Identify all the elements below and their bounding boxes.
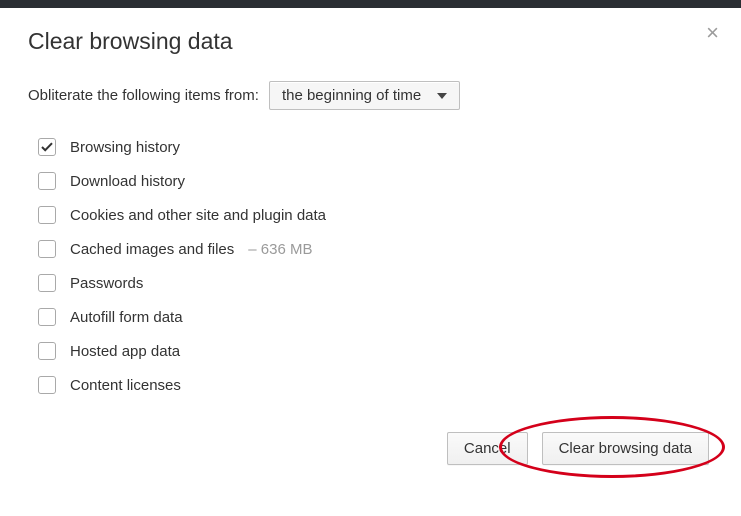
close-icon[interactable]: × bbox=[706, 22, 719, 44]
option-label: Cookies and other site and plugin data bbox=[70, 207, 326, 224]
option-label: Browsing history bbox=[70, 139, 180, 156]
dialog-title: Clear browsing data bbox=[28, 28, 713, 55]
checkbox[interactable] bbox=[38, 138, 56, 156]
checkbox[interactable] bbox=[38, 240, 56, 258]
option-label: Autofill form data bbox=[70, 309, 183, 326]
time-range-label: Obliterate the following items from: bbox=[28, 87, 259, 104]
option-content-licenses[interactable]: Content licenses bbox=[28, 368, 713, 402]
option-cached-images[interactable]: Cached images and files – 636 MB bbox=[28, 232, 713, 266]
clear-browsing-data-dialog: × Clear browsing data Obliterate the fol… bbox=[0, 8, 741, 489]
option-label: Download history bbox=[70, 173, 185, 190]
option-cookies[interactable]: Cookies and other site and plugin data bbox=[28, 198, 713, 232]
time-range-row: Obliterate the following items from: the… bbox=[28, 81, 713, 110]
checkbox[interactable] bbox=[38, 342, 56, 360]
option-hosted-app-data[interactable]: Hosted app data bbox=[28, 334, 713, 368]
option-suffix: – 636 MB bbox=[248, 241, 312, 258]
options-list: Browsing history Download history Cookie… bbox=[28, 130, 713, 402]
checkbox[interactable] bbox=[38, 274, 56, 292]
option-label: Content licenses bbox=[70, 377, 181, 394]
option-label: Hosted app data bbox=[70, 343, 180, 360]
checkbox[interactable] bbox=[38, 206, 56, 224]
checkbox[interactable] bbox=[38, 308, 56, 326]
checkbox[interactable] bbox=[38, 172, 56, 190]
option-passwords[interactable]: Passwords bbox=[28, 266, 713, 300]
time-range-dropdown[interactable]: the beginning of time bbox=[269, 81, 460, 110]
option-label: Cached images and files bbox=[70, 241, 234, 258]
dialog-actions: Cancel Clear browsing data bbox=[28, 432, 713, 465]
chevron-down-icon bbox=[437, 93, 447, 99]
option-browsing-history[interactable]: Browsing history bbox=[28, 130, 713, 164]
option-label: Passwords bbox=[70, 275, 143, 292]
option-download-history[interactable]: Download history bbox=[28, 164, 713, 198]
cancel-button[interactable]: Cancel bbox=[447, 432, 528, 465]
option-autofill[interactable]: Autofill form data bbox=[28, 300, 713, 334]
clear-browsing-data-button[interactable]: Clear browsing data bbox=[542, 432, 709, 465]
time-range-selected: the beginning of time bbox=[282, 87, 421, 104]
window-chrome-strip bbox=[0, 0, 741, 8]
checkbox[interactable] bbox=[38, 376, 56, 394]
